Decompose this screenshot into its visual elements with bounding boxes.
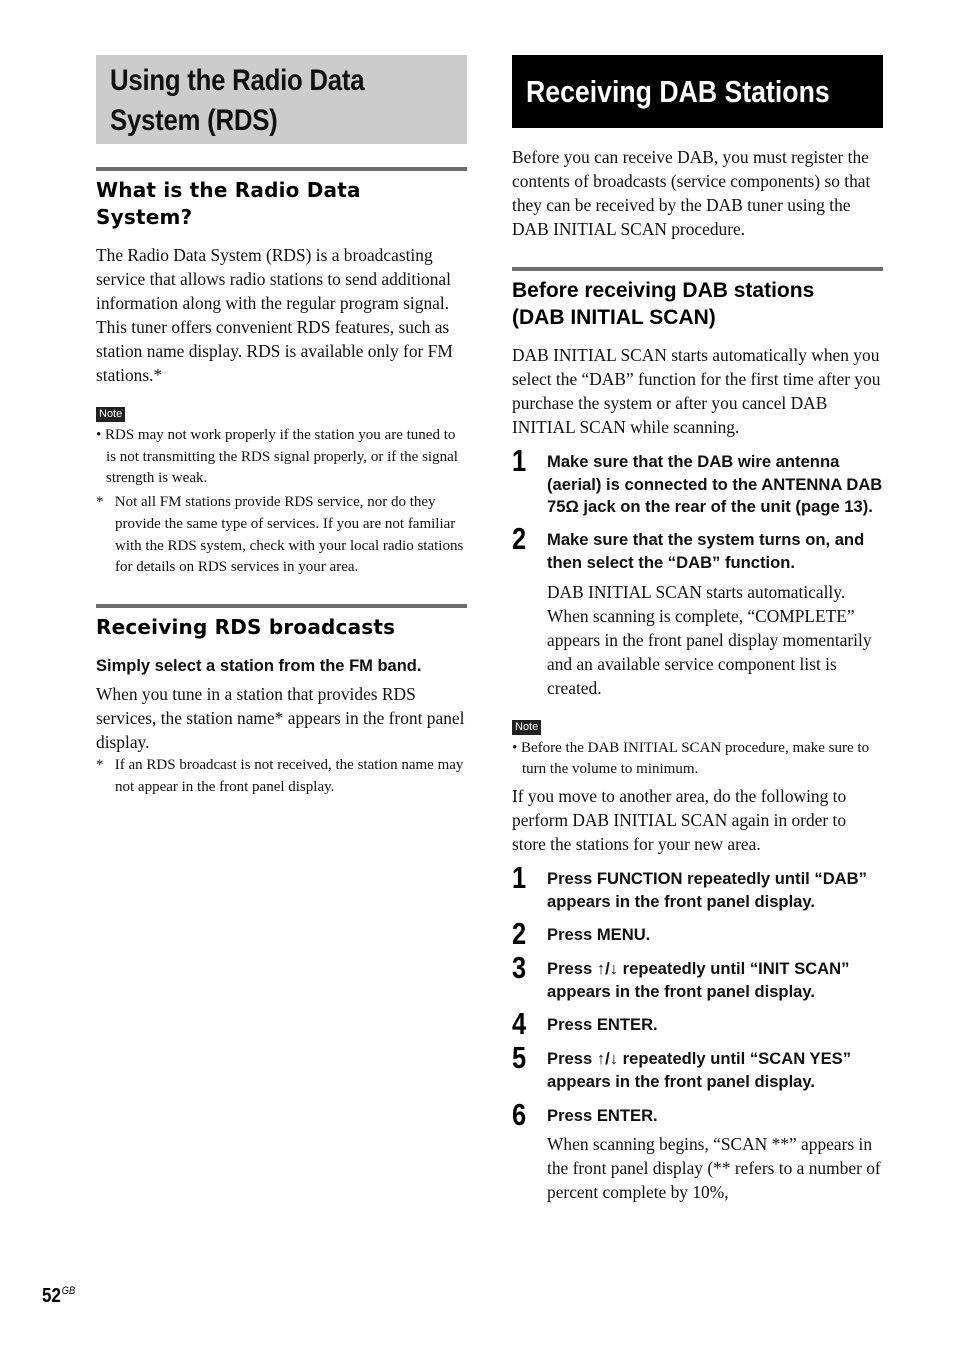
step-description: When scanning begins, “SCAN **” appears … bbox=[547, 1134, 881, 1203]
move-area-text: If you move to another area, do the foll… bbox=[512, 785, 847, 854]
step-instruction: Press MENU. bbox=[547, 925, 651, 945]
section-title-text: Receiving DAB Stations bbox=[526, 73, 830, 109]
steps-list: 1 Make sure that the DAB wire antenna (a… bbox=[512, 445, 883, 700]
heading-what-is-rds: What is the Radio Data System? bbox=[96, 167, 467, 231]
receiving-rds-body: When you tune in a station that provides… bbox=[96, 683, 465, 752]
step-number: 1 bbox=[512, 859, 527, 895]
step-number: 3 bbox=[512, 950, 527, 986]
step: 2 Press MENU. bbox=[512, 918, 883, 950]
step: 1 Make sure that the DAB wire antenna (a… bbox=[512, 445, 883, 519]
step: 2 Make sure that the system turns on, an… bbox=[512, 523, 883, 699]
step-number: 5 bbox=[512, 1040, 527, 1076]
right-column: Receiving DAB Stations Before you can re… bbox=[512, 55, 883, 1204]
step: 4 Press ENTER. bbox=[512, 1008, 883, 1040]
heading-line: What is the Radio Data bbox=[96, 178, 361, 202]
section-title-line: Using the Radio Data bbox=[110, 64, 365, 97]
step: 3 Press ↑/↓ repeatedly until “INIT SCAN”… bbox=[512, 952, 883, 1003]
what-is-rds-body: The Radio Data System (RDS) is a broadca… bbox=[96, 245, 453, 385]
page-number-value: 52 bbox=[42, 1285, 61, 1307]
step-description: DAB INITIAL SCAN starts automatically. W… bbox=[547, 581, 872, 698]
step: 6 Press ENTER. When scanning begins, “SC… bbox=[512, 1098, 883, 1205]
note-badge: Note bbox=[96, 407, 126, 422]
left-column: Using the Radio Data System (RDS) What i… bbox=[96, 55, 467, 798]
step-number: 2 bbox=[512, 916, 527, 952]
step-instruction: Press ↑/↓ repeatedly until “SCAN YES” ap… bbox=[547, 1049, 852, 1091]
step-number: 6 bbox=[512, 1096, 527, 1132]
heading-before-receiving-dab: Before receiving DAB stations (DAB INITI… bbox=[512, 267, 883, 331]
dab-intro: Before you can receive DAB, you must reg… bbox=[512, 147, 871, 239]
section-title-line: System (RDS) bbox=[110, 104, 278, 137]
step-instruction: Make sure that the DAB wire antenna (aer… bbox=[547, 452, 883, 517]
footnote: * Not all FM stations provide RDS servic… bbox=[96, 494, 464, 576]
step-number: 1 bbox=[512, 443, 527, 478]
heading-receiving-rds: Receiving RDS broadcasts bbox=[96, 603, 467, 641]
step-instruction: Press ↑/↓ repeatedly until “INIT SCAN” a… bbox=[547, 959, 850, 1001]
footnote: * If an RDS broadcast is not received, t… bbox=[96, 756, 464, 795]
step: 5 Press ↑/↓ repeatedly until “SCAN YES” … bbox=[512, 1042, 883, 1093]
subheading: Simply select a station from the FM band… bbox=[96, 656, 422, 675]
page-region-suffix: GB bbox=[61, 1285, 76, 1297]
heading-line: (DAB INITIAL SCAN) bbox=[512, 306, 716, 329]
step-number: 2 bbox=[512, 521, 527, 557]
step-instruction: Press FUNCTION repeatedly until “DAB” ap… bbox=[547, 868, 867, 911]
section-title-dab: Receiving DAB Stations bbox=[512, 55, 883, 128]
page-number: 52GB bbox=[42, 1285, 75, 1308]
heading-line: Before receiving DAB stations bbox=[512, 279, 815, 302]
step: 1 Press FUNCTION repeatedly until “DAB” … bbox=[512, 861, 883, 913]
steps-list-rescan: 1 Press FUNCTION repeatedly until “DAB” … bbox=[512, 861, 883, 1205]
step-instruction: Press ENTER. bbox=[547, 1105, 658, 1125]
section-title-rds: Using the Radio Data System (RDS) bbox=[96, 55, 467, 144]
note-bullet: • RDS may not work properly if the stati… bbox=[96, 427, 458, 487]
note-bullet: • Before the DAB INITIAL SCAN procedure,… bbox=[512, 739, 870, 778]
step-instruction: Press ENTER. bbox=[547, 1015, 658, 1035]
dab-initial-scan-body: DAB INITIAL SCAN starts automatically wh… bbox=[512, 345, 881, 437]
note-badge: Note bbox=[512, 719, 542, 735]
heading-line: System? bbox=[96, 205, 193, 229]
step-instruction: Make sure that the system turns on, and … bbox=[547, 530, 865, 572]
step-number: 4 bbox=[512, 1006, 527, 1042]
